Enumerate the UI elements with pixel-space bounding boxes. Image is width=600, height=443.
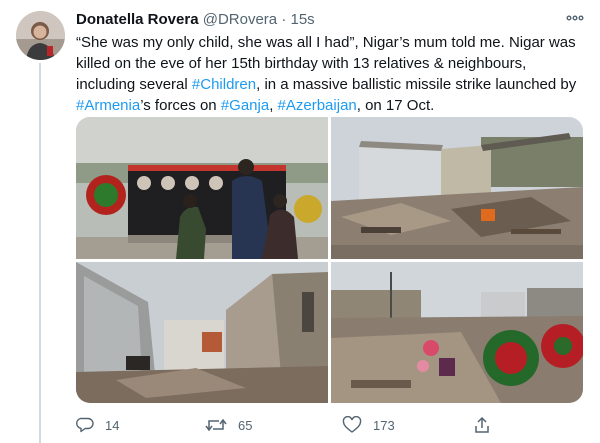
reply-icon bbox=[76, 416, 94, 434]
like-icon bbox=[342, 416, 362, 434]
header-separator: · bbox=[281, 11, 287, 28]
media-grid bbox=[76, 117, 583, 403]
photo-destroyed-house[interactable] bbox=[331, 117, 583, 259]
photo-memorial[interactable] bbox=[76, 117, 328, 259]
retweet-count: 65 bbox=[238, 417, 253, 433]
author-name[interactable]: Donatella Rovera bbox=[76, 11, 199, 28]
tweet-text-segment: , on 17 Oct. bbox=[356, 97, 435, 114]
share-button[interactable] bbox=[473, 414, 491, 436]
retweet-button[interactable]: 65 bbox=[205, 414, 252, 436]
hashtag-ganja[interactable]: #Ganja bbox=[221, 97, 269, 114]
photo-rubble-wreaths[interactable] bbox=[331, 262, 583, 403]
tweet-text-segment: , in a massive ballistic missile strike … bbox=[256, 76, 577, 93]
tweet-text-segment: , bbox=[269, 97, 278, 114]
thread-line bbox=[39, 63, 41, 443]
tweet-text-segment: ’s forces on bbox=[140, 97, 221, 114]
tweet-timestamp[interactable]: 15s bbox=[290, 11, 314, 28]
retweet-icon bbox=[205, 416, 227, 434]
like-count: 173 bbox=[373, 417, 395, 433]
hashtag-children[interactable]: #Children bbox=[192, 76, 256, 93]
tweet-text: “She was my only child, she was all I ha… bbox=[76, 32, 582, 116]
hashtag-azerbaijan[interactable]: #Azerbaijan bbox=[278, 97, 357, 114]
tweet-actions: 14 65 173 bbox=[76, 414, 586, 436]
like-button[interactable]: 173 bbox=[342, 414, 395, 436]
reply-button[interactable]: 14 bbox=[76, 414, 119, 436]
reply-count: 14 bbox=[105, 417, 120, 433]
share-icon bbox=[473, 416, 491, 434]
photo-collapsed-walls[interactable] bbox=[76, 262, 328, 403]
hashtag-armenia[interactable]: #Armenia bbox=[76, 97, 140, 114]
author-avatar[interactable] bbox=[16, 11, 65, 60]
more-icon[interactable] bbox=[566, 11, 584, 25]
author-handle[interactable]: @DRovera bbox=[203, 11, 277, 28]
tweet-header: Donatella Rovera @DRovera · 15s bbox=[76, 10, 586, 30]
